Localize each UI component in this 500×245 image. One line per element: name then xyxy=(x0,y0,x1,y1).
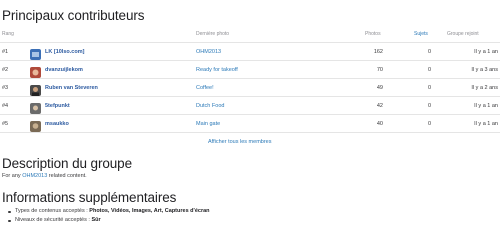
joined-date: Il y a 2 ans xyxy=(471,85,498,91)
contributor-link[interactable]: msaukko xyxy=(45,121,69,127)
contributor-link[interactable]: 5tefpunkt xyxy=(45,103,70,109)
header-joined: Groupe rejoint xyxy=(447,31,479,37)
photos-count: 40 xyxy=(376,121,383,127)
row-rank: #4 xyxy=(2,103,9,109)
sujets-count: 0 xyxy=(427,121,431,127)
row-rank: #3 xyxy=(2,85,9,91)
list-item: Types de contenus acceptés : Photos, Vid… xyxy=(8,207,210,216)
avatar[interactable] xyxy=(30,85,41,96)
sujets-count: 0 xyxy=(427,103,431,109)
description-heading: Description du groupe xyxy=(2,156,132,171)
ohm2013-tag-link[interactable]: OHM2013 xyxy=(22,173,47,179)
table-row: #2 dvanzuijlekom Ready for takeoff 70 0 … xyxy=(0,60,500,78)
safety-level-value: Sûr xyxy=(91,217,101,223)
table-row: #5 msaukko Main gate 40 0 Il y a 1 an xyxy=(0,114,500,133)
photos-count: 49 xyxy=(376,85,383,91)
latest-photo-link[interactable]: Coffee! xyxy=(196,85,214,91)
group-description: For any OHM2013 related content. xyxy=(2,173,87,179)
photos-count: 162 xyxy=(373,49,383,55)
joined-date: Il y a 1 an xyxy=(474,49,498,55)
row-rank: #1 xyxy=(2,49,9,55)
sujets-count: 0 xyxy=(427,85,431,91)
sujets-count: 0 xyxy=(427,67,431,73)
avatar[interactable] xyxy=(30,121,41,132)
latest-photo-link[interactable]: Dutch Food xyxy=(196,103,224,109)
photos-count: 42 xyxy=(376,103,383,109)
list-item: Niveaux de sécurité acceptés : Sûr xyxy=(8,216,210,225)
row-rank: #2 xyxy=(2,67,9,73)
latest-photo-link[interactable]: OHM2013 xyxy=(196,49,221,55)
description-suffix: related content. xyxy=(47,173,87,179)
description-prefix: For any xyxy=(2,173,23,179)
header-rank: Rang xyxy=(2,31,14,37)
latest-photo-link[interactable]: Main gate xyxy=(196,121,220,127)
table-row: #1 LK [10lso.com] OHM2013 162 0 Il y a 1… xyxy=(0,42,500,60)
latest-photo-link[interactable]: Ready for takeoff xyxy=(196,67,238,73)
contributor-link[interactable]: LK [10lso.com] xyxy=(45,49,84,55)
contributors-heading: Principaux contributeurs xyxy=(2,8,145,23)
header-latest-photo: Dernière photo xyxy=(196,31,230,37)
avatar[interactable] xyxy=(30,67,41,78)
photos-count: 70 xyxy=(376,67,383,73)
header-photos: Photos xyxy=(365,31,381,37)
header-sujets[interactable]: Sujets xyxy=(414,31,428,37)
table-header: Rang Dernière photo Photos Sujets Groupe… xyxy=(0,31,500,41)
row-rank: #5 xyxy=(2,121,9,127)
table-row: #3 Ruben van Steveren Coffee! 49 0 Il y … xyxy=(0,78,500,96)
avatar[interactable] xyxy=(30,49,41,60)
additional-info-list: Types de contenus acceptés : Photos, Vid… xyxy=(0,207,210,225)
table-row: #4 5tefpunkt Dutch Food 42 0 Il y a 1 an xyxy=(0,96,500,114)
show-all-members-link[interactable]: Afficher tous les membres xyxy=(208,139,271,145)
avatar[interactable] xyxy=(30,103,41,114)
joined-date: Il y a 1 an xyxy=(474,121,498,127)
contributor-link[interactable]: Ruben van Steveren xyxy=(45,85,98,91)
content-types-label: Types de contenus acceptés : xyxy=(15,208,90,214)
additional-info-heading: Informations supplémentaires xyxy=(2,190,177,205)
sujets-count: 0 xyxy=(427,49,431,55)
joined-date: Il y a 1 an xyxy=(474,103,498,109)
joined-date: Il y a 3 ans xyxy=(471,67,498,73)
content-types-value: Photos, Vidéos, Images, Art, Captures d'… xyxy=(89,208,210,214)
contributor-link[interactable]: dvanzuijlekom xyxy=(45,67,83,73)
safety-level-label: Niveaux de sécurité acceptés : xyxy=(15,217,92,223)
